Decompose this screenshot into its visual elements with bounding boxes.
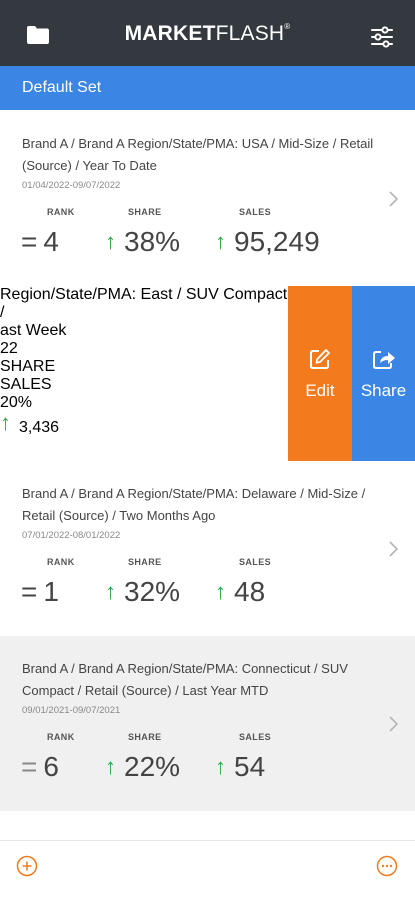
share-value: ↑ 22%	[105, 751, 181, 782]
rank-label: RANK	[47, 732, 75, 742]
set-header[interactable]: Default Set	[0, 66, 415, 110]
trend-up-icon: ↑	[105, 229, 116, 254]
trend-up-icon: ↑	[105, 754, 116, 779]
share-icon	[373, 351, 395, 369]
app-header: MARKETFLASH®	[0, 0, 415, 66]
share-value: ↑ 38%	[105, 226, 181, 257]
share-label-text: Share	[360, 381, 407, 400]
rank-unchanged-icon: =	[21, 751, 38, 782]
sales-label: SALES	[239, 557, 272, 567]
rank-value: = 1	[21, 576, 59, 607]
rank-label: RANK	[47, 557, 75, 567]
report-card-swiped[interactable]: Region/State/PMA: East / SUV Compact / a…	[0, 286, 415, 461]
report-card[interactable]: Brand A / Brand A Region/State/PMA: Dela…	[0, 461, 415, 636]
sales-label: SALES	[0, 376, 52, 393]
chevron-right-icon[interactable]	[387, 190, 399, 208]
rank-label: RANK	[47, 207, 75, 217]
sales-label: SALES	[239, 207, 272, 217]
report-title: Region/State/PMA: East / SUV Compact / a…	[0, 286, 288, 339]
report-card[interactable]: Brand A / Brand A Region/State/PMA: Conn…	[0, 636, 415, 811]
rank-unchanged-icon: =	[21, 226, 38, 257]
report-date-range: 01/04/2022-09/07/2022	[22, 180, 121, 191]
report-title: Brand A / Brand A Region/State/PMA: Conn…	[22, 661, 348, 698]
sales-label: SALES	[239, 732, 272, 742]
report-date-range: 07/01/2022-08/01/2022	[22, 530, 121, 541]
rank-value: = 6	[21, 751, 59, 782]
rank-value: = 4	[21, 226, 59, 257]
report-card[interactable]: Brand A / Brand A Region/State/PMA: USA …	[0, 110, 415, 286]
trend-up-icon: ↑	[105, 579, 116, 604]
set-name: Default Set	[22, 79, 102, 96]
edit-button[interactable]: Edit	[288, 286, 352, 461]
share-label: SHARE	[0, 358, 56, 375]
report-card-content[interactable]: Region/State/PMA: East / SUV Compact / a…	[0, 286, 288, 461]
chevron-right-icon[interactable]	[387, 715, 399, 733]
app-logo: MARKETFLASH®	[124, 22, 291, 45]
sales-value: ↑ 3,436	[0, 410, 60, 436]
share-value: ↑ 32%	[105, 576, 181, 607]
filter-sliders-icon[interactable]	[369, 24, 395, 50]
trend-up-icon: ↑	[0, 410, 11, 435]
trend-up-icon: ↑	[215, 229, 226, 254]
sales-value: ↑ 54	[215, 751, 266, 782]
edit-icon	[310, 349, 330, 369]
more-circle-icon[interactable]	[376, 855, 398, 877]
edit-label: Edit	[305, 381, 335, 400]
report-title: Brand A / Brand A Region/State/PMA: Dela…	[22, 486, 366, 523]
sales-value: ↑ 95,249	[215, 226, 320, 257]
share-label: SHARE	[128, 732, 162, 742]
bottom-toolbar	[0, 840, 415, 901]
sales-value: ↑ 48	[215, 576, 266, 607]
share-label: SHARE	[128, 207, 162, 217]
share-button[interactable]: Share	[352, 286, 415, 461]
report-date-range: 22	[0, 340, 18, 357]
share-value: 20%	[0, 394, 33, 411]
report-title: Brand A / Brand A Region/State/PMA: USA …	[22, 136, 374, 173]
trend-up-icon: ↑	[215, 579, 226, 604]
chevron-right-icon[interactable]	[0, 438, 288, 461]
report-date-range: 09/01/2021-09/07/2021	[22, 705, 121, 716]
chevron-right-icon[interactable]	[387, 540, 399, 558]
rank-unchanged-icon: =	[21, 576, 38, 607]
share-label: SHARE	[128, 557, 162, 567]
add-circle-icon[interactable]	[16, 855, 38, 877]
trend-up-icon: ↑	[215, 754, 226, 779]
